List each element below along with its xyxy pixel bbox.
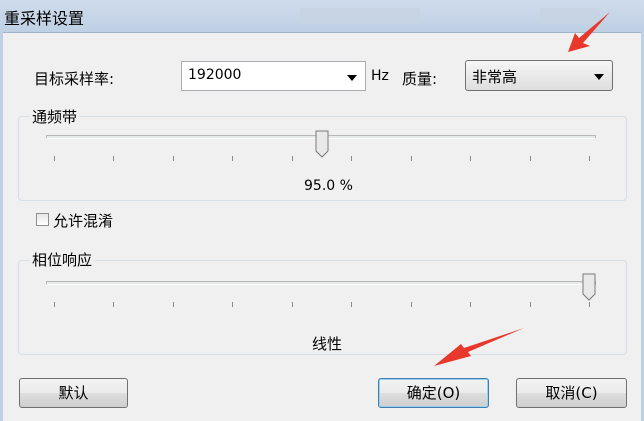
slider-tick bbox=[232, 302, 234, 307]
chevron-down-icon[interactable] bbox=[347, 75, 357, 81]
slider-tick bbox=[54, 302, 55, 307]
background-app-blur bbox=[540, 8, 600, 24]
slider-tick bbox=[291, 302, 293, 307]
slider-tick bbox=[351, 302, 353, 307]
chevron-down-icon[interactable] bbox=[594, 74, 604, 80]
passband-slider-thumb[interactable] bbox=[315, 130, 329, 158]
slider-tick bbox=[291, 156, 293, 161]
default-button[interactable]: 默认 bbox=[19, 378, 128, 408]
slider-tick bbox=[232, 156, 234, 161]
quality-combo[interactable]: 非常高 bbox=[465, 60, 613, 91]
cancel-button[interactable]: 取消(C) bbox=[516, 378, 627, 408]
ok-button[interactable]: 确定(O) bbox=[378, 378, 489, 408]
phase-response-title: 相位响应 bbox=[30, 249, 95, 270]
background-app-blur bbox=[300, 8, 420, 24]
slider-tick bbox=[589, 156, 590, 161]
window-title: 重采样设置 bbox=[4, 9, 85, 28]
quality-value: 非常高 bbox=[472, 68, 518, 86]
slider-tick bbox=[351, 156, 353, 161]
slider-tick bbox=[113, 302, 115, 307]
slider-tick bbox=[410, 156, 412, 161]
target-rate-combo[interactable]: 192000 bbox=[181, 61, 366, 91]
hz-unit-label: Hz bbox=[371, 68, 389, 84]
target-rate-value: 192000 bbox=[188, 67, 242, 83]
slider-tick bbox=[54, 156, 55, 161]
slider-tick bbox=[529, 156, 531, 161]
slider-tick bbox=[410, 302, 412, 307]
phase-response-slider-track[interactable] bbox=[46, 281, 596, 285]
slider-tick bbox=[172, 302, 174, 307]
phase-response-slider-thumb[interactable] bbox=[582, 273, 596, 301]
slider-tick bbox=[529, 302, 531, 307]
allow-aliasing-checkbox[interactable] bbox=[36, 213, 49, 226]
phase-response-value: 线性 bbox=[312, 335, 343, 353]
slider-tick bbox=[113, 156, 115, 161]
quality-label: 质量: bbox=[402, 70, 438, 88]
passband-title: 通频带 bbox=[30, 106, 80, 127]
title-bar: 重采样设置 bbox=[0, 0, 644, 33]
slider-tick bbox=[470, 156, 472, 161]
slider-tick bbox=[470, 302, 472, 307]
slider-tick bbox=[589, 302, 590, 307]
window-border-left bbox=[0, 32, 3, 421]
allow-aliasing-label[interactable]: 允许混淆 bbox=[53, 210, 113, 231]
target-rate-label: 目标采样率: bbox=[34, 70, 115, 88]
slider-tick bbox=[172, 156, 174, 161]
passband-value: 95.0 % bbox=[304, 178, 353, 194]
